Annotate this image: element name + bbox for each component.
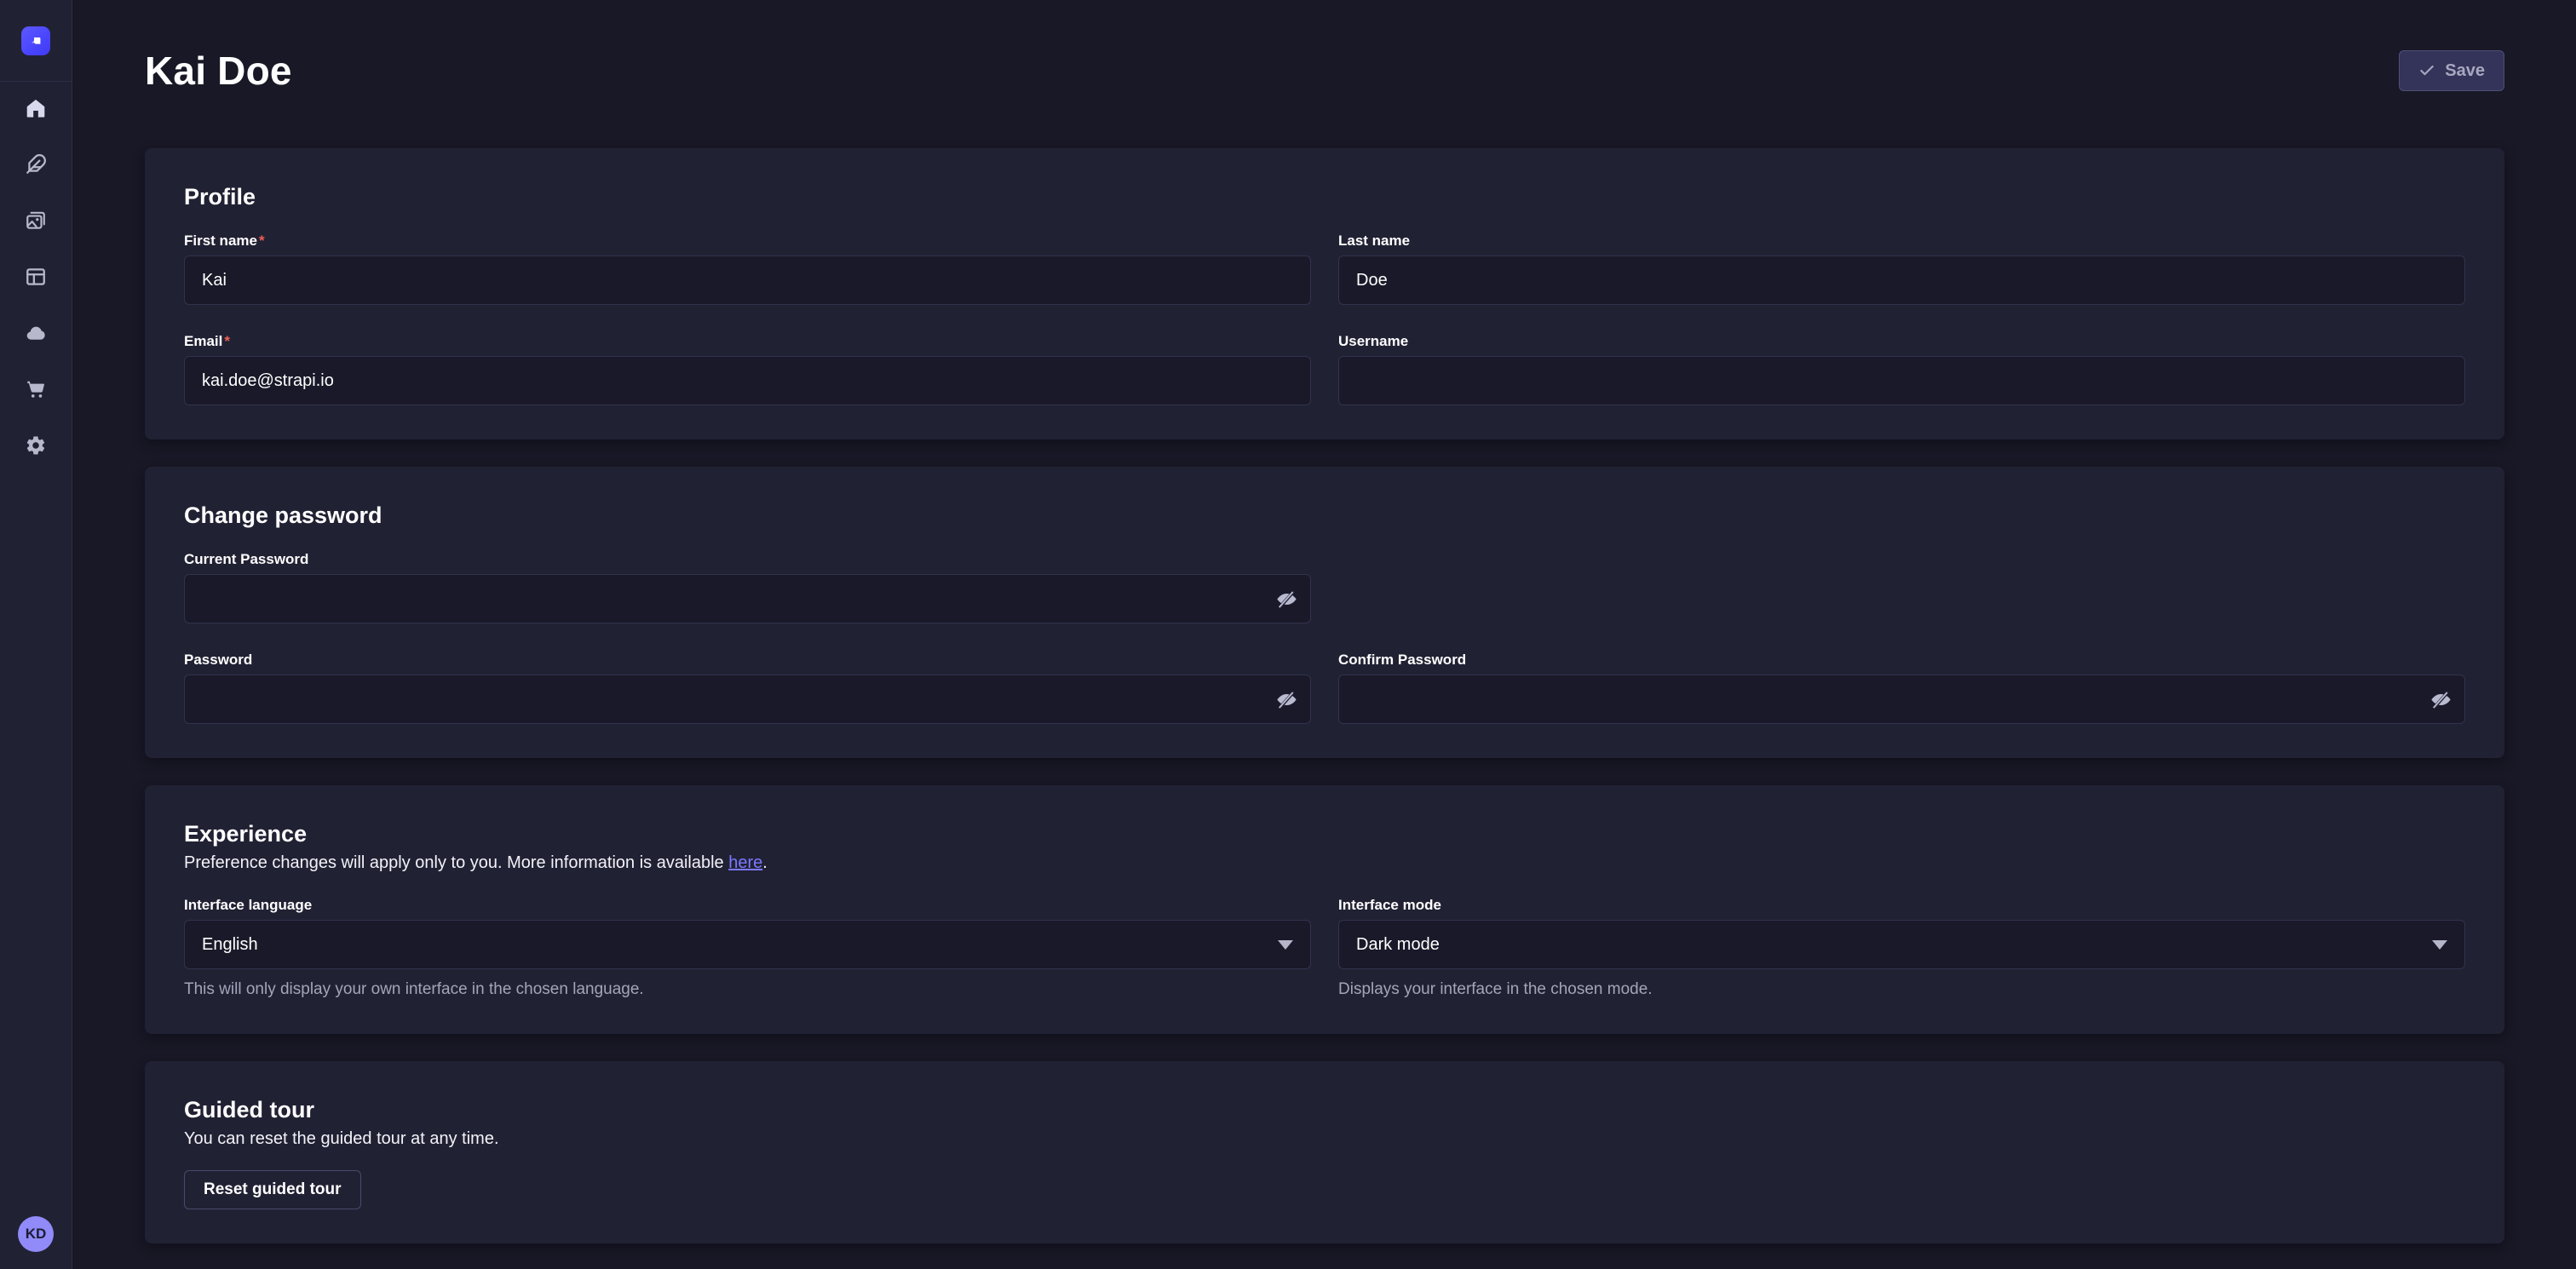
last-name-input[interactable] xyxy=(1338,256,2465,305)
page-header: Kai Doe Save xyxy=(145,49,2504,92)
page-title: Kai Doe xyxy=(145,48,292,94)
sidebar: KD xyxy=(0,0,72,1269)
new-password-input[interactable] xyxy=(184,675,1311,724)
save-button-label: Save xyxy=(2445,61,2485,81)
toggle-new-password-visibility-button[interactable] xyxy=(1274,686,1299,712)
sidebar-item-settings[interactable] xyxy=(25,434,47,456)
layout-icon xyxy=(25,266,47,288)
first-name-input[interactable] xyxy=(184,256,1311,305)
gear-icon xyxy=(25,434,47,456)
first-name-field-group: First name* xyxy=(184,232,1311,305)
experience-title: Experience xyxy=(184,819,2465,848)
toggle-current-password-visibility-button[interactable] xyxy=(1274,586,1299,612)
sidebar-item-media-library[interactable] xyxy=(25,210,47,232)
email-label: Email* xyxy=(184,332,1311,351)
chevron-down-icon xyxy=(1278,940,1293,950)
interface-mode-hint: Displays your interface in the chosen mo… xyxy=(1338,979,2465,1000)
confirm-password-field-group: Confirm Password xyxy=(1338,651,2465,724)
home-icon xyxy=(25,97,47,119)
sidebar-item-cloud[interactable] xyxy=(25,322,47,344)
sidebar-item-content-type-builder[interactable] xyxy=(25,266,47,288)
cloud-icon xyxy=(25,322,47,344)
sidebar-item-home[interactable] xyxy=(25,97,47,119)
interface-mode-label: Interface mode xyxy=(1338,896,2465,915)
username-input[interactable] xyxy=(1338,356,2465,405)
last-name-field-group: Last name xyxy=(1338,232,2465,305)
guided-tour-description: You can reset the guided tour at any tim… xyxy=(184,1128,2465,1150)
profile-section-title: Profile xyxy=(184,182,2465,211)
eye-off-icon xyxy=(1275,688,1298,711)
username-label: Username xyxy=(1338,332,2465,351)
change-password-section: Change password Current Password xyxy=(145,467,2504,758)
check-icon xyxy=(2418,62,2435,79)
interface-language-select[interactable]: English xyxy=(184,920,1311,969)
interface-language-label: Interface language xyxy=(184,896,1311,915)
interface-mode-field-group: Interface mode Dark mode Displays your i… xyxy=(1338,896,2465,1000)
eye-off-icon xyxy=(2429,688,2452,711)
interface-mode-select[interactable]: Dark mode xyxy=(1338,920,2465,969)
first-name-label: First name* xyxy=(184,232,1311,250)
more-information-link[interactable]: here xyxy=(728,853,762,872)
main-content: Kai Doe Save Profile First name* Last na… xyxy=(72,0,2576,1269)
strapi-mark-icon xyxy=(28,33,43,49)
confirm-password-label: Confirm Password xyxy=(1338,651,2465,669)
interface-mode-value: Dark mode xyxy=(1356,935,1440,955)
reset-guided-tour-button[interactable]: Reset guided tour xyxy=(184,1170,361,1209)
guided-tour-section: Guided tour You can reset the guided tou… xyxy=(145,1061,2504,1243)
new-password-label: Password xyxy=(184,651,1311,669)
current-password-input[interactable] xyxy=(184,574,1311,623)
interface-language-value: English xyxy=(202,935,258,955)
change-password-title: Change password xyxy=(184,501,2465,530)
profile-grid: First name* Last name Email* Username xyxy=(184,232,2465,405)
save-button[interactable]: Save xyxy=(2399,50,2504,91)
new-password-field-group: Password xyxy=(184,651,1311,724)
username-field-group: Username xyxy=(1338,332,2465,405)
confirm-password-input[interactable] xyxy=(1338,675,2465,724)
current-password-label: Current Password xyxy=(184,550,1311,569)
chevron-down-icon xyxy=(2432,940,2447,950)
interface-language-field-group: Interface language English This will onl… xyxy=(184,896,1311,1000)
sidebar-item-marketplace[interactable] xyxy=(25,378,47,400)
guided-tour-title: Guided tour xyxy=(184,1095,2465,1124)
experience-section: Experience Preference changes will apply… xyxy=(145,785,2504,1034)
profile-section: Profile First name* Last name Email* Use… xyxy=(145,148,2504,439)
required-asterisk: * xyxy=(224,333,230,349)
images-icon xyxy=(25,210,47,232)
experience-description: Preference changes will apply only to yo… xyxy=(184,852,2465,874)
sidebar-footer: KD xyxy=(18,1216,54,1269)
last-name-label: Last name xyxy=(1338,232,2465,250)
sidebar-nav xyxy=(25,82,47,1216)
sidebar-item-content-manager[interactable] xyxy=(25,153,47,175)
eye-off-icon xyxy=(1275,588,1298,611)
feather-icon xyxy=(25,153,47,175)
experience-grid: Interface language English This will onl… xyxy=(184,896,2465,1000)
email-field-group: Email* xyxy=(184,332,1311,405)
required-asterisk: * xyxy=(259,233,265,249)
sidebar-logo-area xyxy=(0,0,72,82)
cart-icon xyxy=(25,378,47,400)
current-password-field-group: Current Password xyxy=(184,550,1311,623)
email-input[interactable] xyxy=(184,356,1311,405)
password-grid: Current Password Password xyxy=(184,550,2465,724)
toggle-confirm-password-visibility-button[interactable] xyxy=(2428,686,2453,712)
avatar[interactable]: KD xyxy=(18,1216,54,1252)
interface-language-hint: This will only display your own interfac… xyxy=(184,979,1311,1000)
strapi-logo[interactable] xyxy=(21,26,50,55)
